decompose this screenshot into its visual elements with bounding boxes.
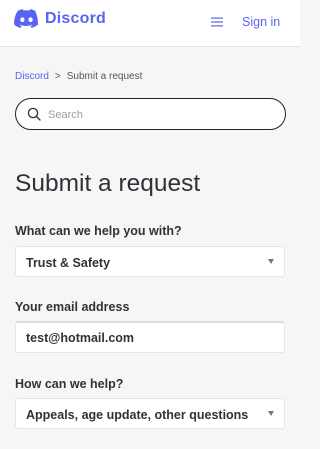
email-label: Your email address	[15, 300, 130, 314]
breadcrumb: Discord > Submit a request	[15, 71, 142, 82]
how-help-selected-value: Appeals, age update, other questions	[26, 408, 249, 422]
site-header: Discord Sign in	[0, 0, 300, 47]
chevron-down-icon	[268, 259, 274, 264]
help-topic-label: What can we help you with?	[15, 224, 182, 238]
breadcrumb-root-link[interactable]: Discord	[15, 71, 49, 82]
discord-logo-icon	[14, 9, 38, 29]
how-help-select[interactable]: Appeals, age update, other questions	[15, 398, 285, 429]
search-box[interactable]	[15, 98, 286, 130]
search-input[interactable]	[48, 105, 278, 124]
brand-name: Discord	[45, 10, 106, 27]
hamburger-icon[interactable]	[211, 17, 223, 27]
breadcrumb-separator: >	[54, 71, 61, 82]
how-help-label: How can we help?	[15, 377, 124, 391]
help-topic-selected-value: Trust & Safety	[26, 256, 111, 270]
email-field[interactable]	[15, 321, 285, 353]
help-topic-select[interactable]: Trust & Safety	[15, 246, 285, 277]
discord-logo-link[interactable]: Discord	[14, 9, 106, 29]
page-title: Submit a request	[15, 170, 201, 197]
sign-in-link[interactable]: Sign in	[242, 15, 280, 29]
breadcrumb-current: Submit a request	[66, 71, 143, 82]
chevron-down-icon	[268, 411, 274, 416]
search-icon	[27, 107, 41, 121]
